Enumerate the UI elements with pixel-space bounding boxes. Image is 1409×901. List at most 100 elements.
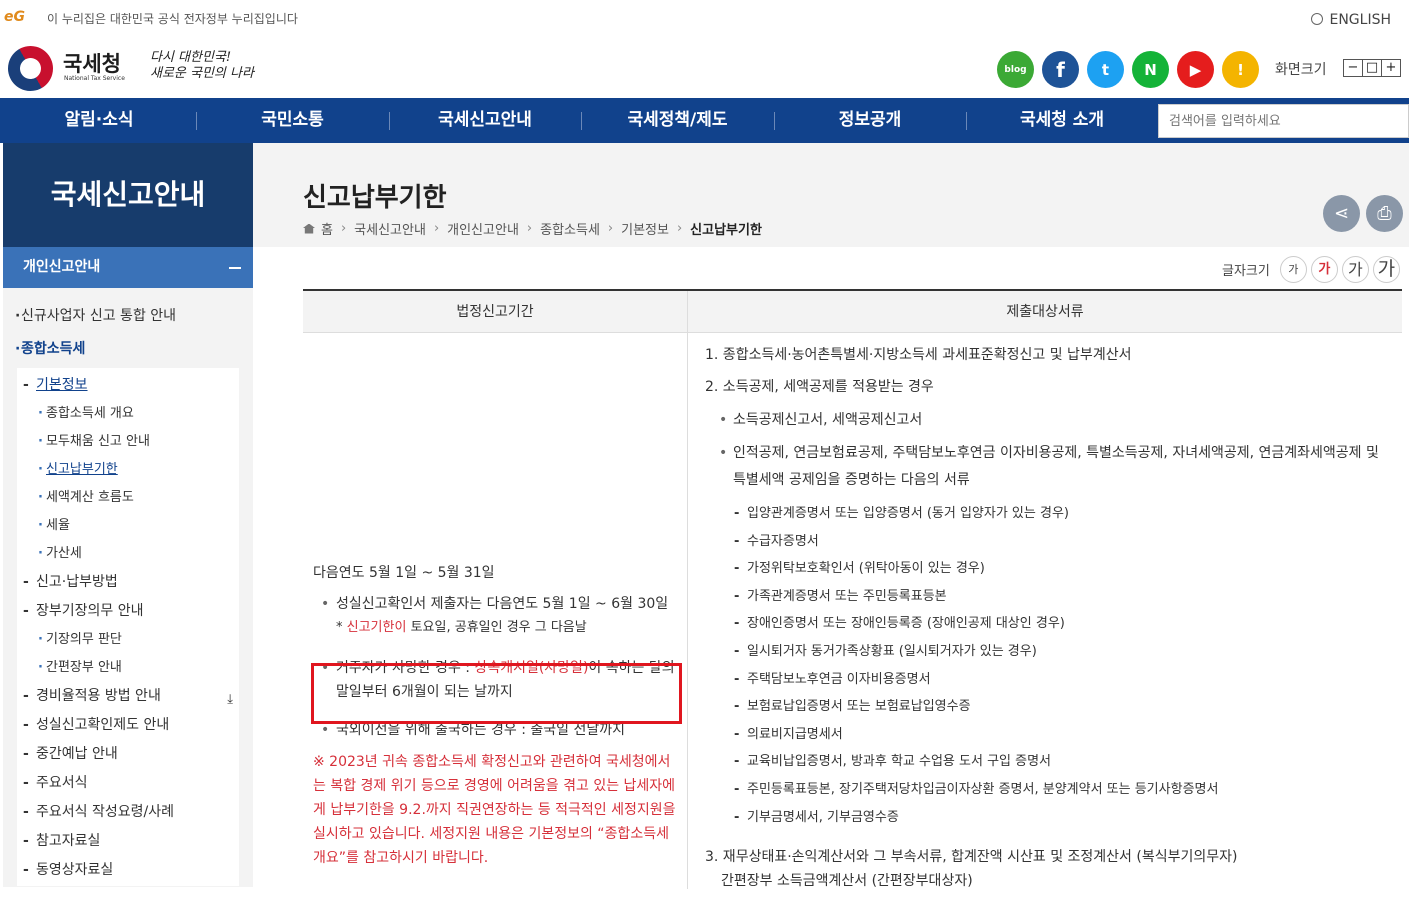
chevron-right-icon: › (607, 221, 614, 236)
doc-dash-item: 의료비지급명세서 (705, 721, 1395, 749)
share-icon[interactable]: ⋖ (1323, 195, 1360, 232)
zoom-controls: − □ + (1343, 59, 1401, 77)
sidebar-item-overview[interactable]: 종합소득세 개요 (17, 401, 239, 429)
kakao-icon[interactable]: ! (1222, 51, 1259, 88)
site-header: 국세청 National Tax Service 다시 대한민국! 새로운 국민… (0, 37, 1409, 100)
breadcrumb-item[interactable]: 기본정보 (621, 219, 669, 238)
doc-bullet-1: 소득공제신고서, 세액공제신고서 (705, 407, 1395, 434)
doc-dash-item: 가정위탁보호확인서 (위탁아동이 있는 경우) (705, 555, 1395, 583)
doc-dash-item: 보험료납입증명서 또는 보험료납입영수증 (705, 693, 1395, 721)
table-header-period: 법정신고기간 (303, 291, 687, 333)
logo-subtitle: National Tax Service (64, 75, 125, 82)
font-size-xlarge-button[interactable]: 가 (1372, 256, 1400, 283)
sidebar-submenu: 기본정보 종합소득세 개요 모두채움 신고 안내 신고납부기한 세액계산 흐름도… (17, 368, 239, 886)
font-size-small-button[interactable]: 가 (1279, 256, 1307, 283)
doc-dash-item: 일시퇴거자 동거가족상황표 (일시퇴거자가 있는 경우) (705, 638, 1395, 666)
gov-banner: eG 이 누리집은 대한민국 공식 전자정부 누리집입니다 ENGLISH (0, 0, 1409, 38)
chevron-right-icon: › (676, 221, 683, 236)
period-bullet-sincere: 성실신고확인서 제출자는 다음연도 5월 1일 ~ 6월 30일 (313, 592, 679, 616)
nav-tax-policy[interactable]: 국세정책/제도 (581, 98, 774, 143)
nav-disclosure[interactable]: 정보공개 (774, 98, 966, 143)
nts-logo-icon[interactable] (0, 37, 62, 100)
sidebar-item-rates[interactable]: 세율 (17, 513, 239, 541)
deadline-table: 법정신고기간 제출대상서류 다음연도 5월 1일 ~ 5월 31일 성실신고확인… (303, 289, 1402, 889)
doc-dash-item: 장애인증명서 또는 장애인등록증 (장애인공제 대상인 경우) (705, 610, 1395, 638)
doc-dash-item: 기부금명세서, 기부금영수증 (705, 804, 1395, 832)
sidebar-item-simple-book[interactable]: 간편장부 안내 (17, 655, 239, 683)
chevron-right-icon: › (433, 221, 440, 236)
logo-title[interactable]: 국세청 (63, 48, 121, 78)
sidebar-item-batch[interactable]: 모두채움 신고 안내 (17, 429, 239, 457)
sidebar-item-flow[interactable]: 세액계산 흐름도 (17, 485, 239, 513)
breadcrumb-item[interactable]: 국세신고안내 (354, 219, 426, 238)
facebook-icon[interactable]: f (1042, 51, 1079, 88)
english-link[interactable]: ENGLISH (1311, 12, 1391, 28)
breadcrumb: 홈 › 국세신고안내 › 개인신고안내 › 종합소득세 › 기본정보 › 신고납부기한 (303, 219, 770, 238)
doc-bullet-2: 인적공제, 연금보험료공제, 주택담보노후연금 이자비용공제, 특별소득공제, … (705, 440, 1395, 494)
font-size-large-button[interactable]: 가 (1341, 256, 1369, 283)
sidebar-item-bk-judge[interactable]: 기장의무 판단 (17, 627, 239, 655)
sidebar-item-new-biz[interactable]: 신규사업자 신고 통합 안내 (3, 302, 253, 335)
column-divider (687, 291, 688, 889)
blog-icon[interactable]: blog (997, 51, 1034, 88)
nav-news[interactable]: 알림·소식 (0, 98, 198, 143)
font-size-control: 글자크기 가 가 가 가 (1222, 256, 1400, 283)
sidebar-item-forms[interactable]: 주요서식 (17, 770, 239, 799)
globe-icon (1311, 13, 1324, 25)
nav-tax-filing[interactable]: 국세신고안내 (389, 98, 581, 143)
nav-communication[interactable]: 국민소통 (196, 98, 389, 143)
sidebar-item-forms-guide[interactable]: 주요서식 작성요령/사례 (17, 799, 239, 828)
sidebar-item-basic-info[interactable]: 기본정보 (17, 372, 239, 401)
home-icon (303, 223, 315, 234)
doc-item-3b: 간편장부 소득금액계산서 (간편장부대상자) (721, 873, 973, 890)
search-input[interactable] (1159, 105, 1408, 137)
breadcrumb-item[interactable]: 개인신고안내 (447, 219, 519, 238)
zoom-reset-button[interactable]: □ (1362, 59, 1382, 77)
print-icon[interactable]: ⎙ (1366, 195, 1403, 232)
sidebar-item-filing[interactable]: 신고·납부방법 (17, 569, 239, 598)
zoom-out-button[interactable]: − (1343, 59, 1363, 77)
sidebar-item-videos[interactable]: 동영상자료실 (17, 857, 239, 886)
search-box (1158, 104, 1409, 138)
table-header-documents: 제출대상서류 (688, 291, 1402, 333)
sidebar: 국세신고안내 개인신고안내 신규사업자 신고 통합 안내 종합소득세 기본정보 … (3, 143, 253, 887)
download-icon[interactable]: ⤓ (227, 687, 233, 713)
doc-item-1: 1. 종합소득세·농어촌특별세·지방소득세 과세표준확정신고 및 납부계산서 (705, 347, 1132, 363)
naver-post-icon[interactable]: N (1132, 51, 1169, 88)
chevron-right-icon: › (526, 221, 533, 236)
font-size-label: 글자크기 (1222, 264, 1270, 279)
doc-dash-item: 교육비납입증명서, 방과후 학교 수업용 도서 구입 증명서 (705, 748, 1395, 776)
sidebar-category[interactable]: 개인신고안내 (3, 247, 253, 288)
sidebar-list: 신규사업자 신고 통합 안내 종합소득세 기본정보 종합소득세 개요 모두채움 … (3, 288, 253, 886)
main-period: 다음연도 5월 1일 ~ 5월 31일 (313, 565, 495, 581)
doc-dash-item: 주택담보노후연금 이자비용증명서 (705, 666, 1395, 694)
content-header: 신고납부기한 홈 › 국세신고안내 › 개인신고안내 › 종합소득세 › 기본정보 › 신… (253, 143, 1409, 247)
documents-cell: 1. 종합소득세·농어촌특별세·지방소득세 과세표준확정신고 및 납부계산서 2… (705, 343, 1395, 901)
doc-dash-item: 입양관계증명서 또는 입양증명서 (동거 입양자가 있는 경우) (705, 500, 1395, 528)
sidebar-item-interim[interactable]: 중간예납 안내 (17, 741, 239, 770)
nav-about[interactable]: 국세청 소개 (966, 98, 1158, 143)
doc-item-2: 2. 소득공제, 세액공제를 적용받는 경우 (705, 379, 934, 395)
sidebar-item-references[interactable]: 참고자료실 (17, 828, 239, 857)
sidebar-item-expense[interactable]: 경비율적용 방법 안내⤓ (17, 683, 239, 712)
doc-item-3: 3. 재무상태표·손익계산서와 그 부속서류, 합계잔액 시산표 및 조정계산서… (705, 849, 1238, 866)
page-title: 신고납부기한 (303, 183, 447, 213)
font-size-default-button[interactable]: 가 (1310, 256, 1338, 283)
sidebar-title: 국세신고안내 (3, 143, 253, 247)
breadcrumb-item[interactable]: 종합소득세 (540, 219, 600, 238)
youtube-icon[interactable]: ▶ (1177, 51, 1214, 88)
sidebar-item-income-tax[interactable]: 종합소득세 (3, 335, 253, 368)
sns-links: blog f t N ▶ ! (997, 51, 1259, 88)
zoom-in-button[interactable]: + (1381, 59, 1401, 77)
breadcrumb-home[interactable]: 홈 (321, 219, 333, 238)
sidebar-item-deadline[interactable]: 신고납부기한 (17, 457, 239, 485)
collapse-icon (229, 267, 241, 269)
gov-notice-text: 이 누리집은 대한민국 공식 전자정부 누리집입니다 (47, 12, 298, 26)
sidebar-item-sincere[interactable]: 성실신고확인제도 안내 (17, 712, 239, 741)
doc-dash-item: 수급자증명서 (705, 528, 1395, 556)
twitter-icon[interactable]: t (1087, 51, 1124, 88)
period-note: * 신고기한이 토요일, 공휴일인 경우 그 다음날 (336, 620, 587, 635)
sidebar-item-bookkeeping[interactable]: 장부기장의무 안내 (17, 598, 239, 627)
breadcrumb-current: 신고납부기한 (690, 223, 762, 238)
sidebar-item-penalty[interactable]: 가산세 (17, 541, 239, 569)
